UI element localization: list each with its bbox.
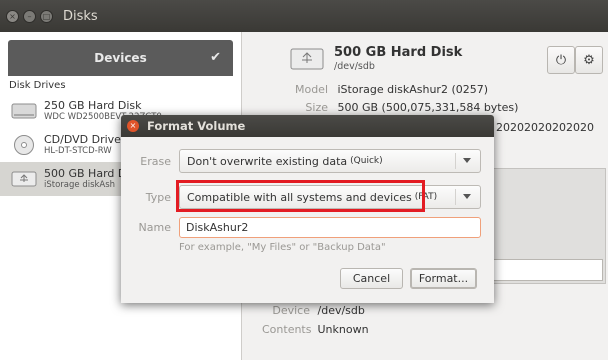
dialog-titlebar: × Format Volume (121, 115, 494, 137)
hard-disk-icon (10, 100, 38, 122)
optical-disc-icon (10, 134, 38, 156)
device-row: Device /dev/sdb (262, 304, 365, 317)
contents-row: Contents Unknown (262, 323, 369, 336)
device-value: /dev/sdb (317, 304, 365, 317)
usb-drive-icon (290, 46, 324, 72)
minimize-window-button[interactable]: – (23, 9, 36, 23)
erase-combo[interactable]: Don't overwrite existing data (Quick) (179, 149, 481, 173)
drive-name: CD/DVD Drive (44, 133, 121, 146)
devices-header-label: Devices (94, 51, 147, 65)
settings-button[interactable]: ⚙ (575, 46, 603, 74)
power-icon: ⏻ (555, 52, 567, 68)
section-label-disk-drives: Disk Drives (9, 80, 66, 91)
drive-model: iStorage diskAsh (44, 180, 116, 190)
chevron-down-icon (463, 158, 471, 163)
name-label: Name (138, 221, 171, 234)
volume-name-value: DiskAshur2 (186, 221, 249, 234)
usb-drive-icon (10, 168, 38, 190)
checkmark-icon[interactable]: ✔ (210, 50, 221, 65)
drive-name: 500 GB Hard D (44, 167, 127, 180)
close-icon[interactable]: × (127, 120, 139, 132)
cancel-button[interactable]: Cancel (340, 268, 403, 289)
erase-label: Erase (140, 155, 171, 168)
window-title: Disks (63, 8, 98, 24)
name-hint: For example, "My Files" or "Backup Data" (179, 242, 386, 253)
highlight-box (176, 180, 425, 212)
model-value: iStorage diskAshur2 (0257) (337, 83, 489, 96)
model-row: Model iStorage diskAshur2 (0257) (290, 83, 488, 96)
drive-model: HL-DT-STCD-RW (44, 146, 112, 156)
gear-icon: ⚙ (583, 52, 595, 68)
type-label: Type (145, 191, 171, 204)
dialog-title: Format Volume (147, 119, 246, 133)
erase-value: Don't overwrite existing data (187, 154, 348, 168)
contents-value: Unknown (317, 323, 369, 336)
size-label: Size (305, 101, 328, 114)
volume-name-input[interactable]: DiskAshur2 (179, 217, 481, 238)
serial-value: 20202020202020 (496, 121, 594, 134)
size-value: 500 GB (500,075,331,584 bytes) (337, 101, 519, 114)
drive-name: 250 GB Hard Disk (44, 99, 142, 112)
power-off-button[interactable]: ⏻ (547, 46, 575, 74)
window-titlebar: × – □ Disks (0, 0, 608, 32)
contents-label: Contents (262, 323, 312, 336)
size-row: Size 500 GB (500,075,331,584 bytes) (290, 101, 518, 114)
close-window-button[interactable]: × (6, 9, 19, 23)
format-button[interactable]: Format... (410, 268, 477, 289)
devices-header: Devices ✔ (8, 40, 233, 76)
maximize-window-button[interactable]: □ (40, 9, 53, 23)
chevron-down-icon (463, 194, 471, 199)
disk-device-path: /dev/sdb (334, 61, 375, 72)
disk-title: 500 GB Hard Disk (334, 45, 463, 60)
erase-suffix: (Quick) (350, 156, 383, 166)
device-label: Device (272, 304, 310, 317)
model-label: Model (294, 83, 328, 96)
